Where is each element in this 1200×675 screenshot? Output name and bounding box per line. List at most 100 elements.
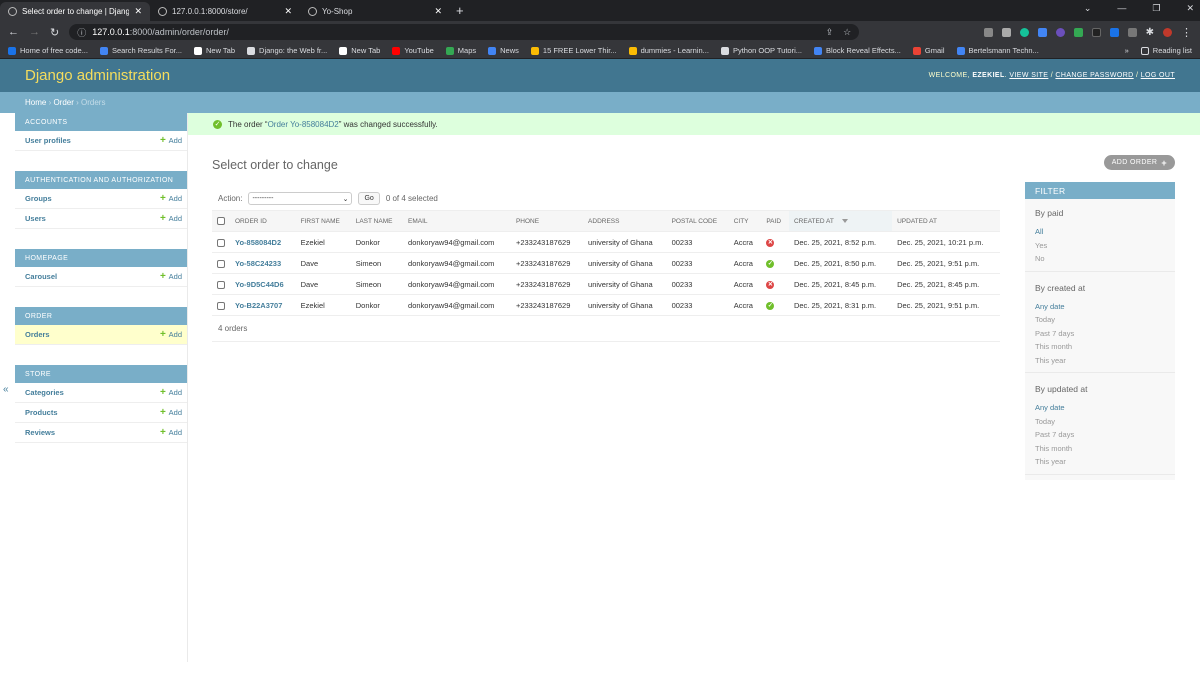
column-header[interactable]: Created at [788,210,893,232]
column-header[interactable]: Phone [510,210,584,232]
bookmark-item[interactable]: Django: the Web fr... [247,46,327,55]
breadcrumb-home[interactable]: Home [25,98,46,107]
bookmark-item[interactable]: 15 FREE Lower Thir... [530,46,617,55]
menu-dots-icon[interactable]: ⋮ [1181,26,1192,39]
filter-option[interactable]: Past 7 days [1025,326,1175,340]
bookmark-item[interactable]: Block Reveal Effects... [814,46,901,55]
module-caption[interactable]: Authentication and Authorization [15,171,187,189]
site-brand[interactable]: Django administration [25,67,170,84]
sort-descending-icon[interactable] [841,218,848,223]
message-order-link[interactable]: Order Yo-858084D2 [268,120,339,129]
translate-icon[interactable] [1037,27,1047,37]
column-header[interactable]: Email [403,210,511,232]
shield-icon[interactable] [1073,27,1083,37]
column-header[interactable]: City [728,210,762,232]
order-id-link[interactable]: Yo-58C24233 [230,252,296,274]
sidebar-model-link[interactable]: Users [25,214,46,223]
filter-option[interactable]: Any date [1025,400,1175,414]
profile-avatar-icon[interactable] [1163,27,1172,37]
sidebar-add-link[interactable]: + Add [160,427,182,438]
filter-option[interactable]: Today [1025,312,1175,326]
column-header[interactable]: Updated at [892,210,1000,232]
column-header[interactable]: Paid [761,210,789,232]
filter-option[interactable]: Past 7 days [1025,427,1175,441]
camera-icon[interactable] [1127,27,1137,37]
log-out-link[interactable]: Log out [1141,72,1175,79]
bookmark-item[interactable]: New Tab [339,46,380,55]
minimize-icon[interactable]: — [1117,3,1126,14]
filter-option[interactable]: This month [1025,441,1175,455]
tab-search-icon[interactable]: ⌄ [1084,3,1092,14]
sidebar-add-link[interactable]: + Add [160,193,182,204]
filter-option[interactable]: This year [1025,353,1175,367]
view-site-link[interactable]: View site [1009,72,1048,79]
module-caption[interactable]: Homepage [15,249,187,267]
more-bookmarks-icon[interactable]: » [1125,46,1129,55]
column-header[interactable]: Postal code [666,210,729,232]
restore-icon[interactable]: ❐ [1152,3,1160,14]
change-password-link[interactable]: Change password [1055,72,1133,79]
extension-icon[interactable] [983,27,993,37]
filter-option[interactable]: Today [1025,414,1175,428]
bookmark-star-icon[interactable]: ☆ [843,27,851,38]
close-window-icon[interactable]: ✕ [1186,3,1194,14]
row-checkbox[interactable] [217,259,225,268]
share-icon[interactable]: ⇪ [826,27,834,38]
filter-option[interactable]: Any date [1025,299,1175,313]
address-bar[interactable]: ⓘ 127.0.0.1:8000/admin/order/order/ ⇪ ☆ [69,24,860,40]
grammarly-icon[interactable] [1019,27,1029,37]
forward-icon[interactable]: → [29,26,40,38]
sidebar-add-link[interactable]: + Add [160,329,182,340]
extension-icon[interactable] [1109,27,1119,37]
order-id-link[interactable]: Yo-858084D2 [230,231,296,253]
filter-option[interactable]: This year [1025,454,1175,468]
extension-icon[interactable] [1001,27,1011,37]
module-caption[interactable]: Order [15,307,187,325]
bookmark-item[interactable]: Search Results For... [99,46,182,55]
order-id-link[interactable]: Yo-B22A3707 [230,294,296,316]
bookmark-item[interactable]: Maps [445,46,476,55]
row-checkbox[interactable] [217,238,225,247]
order-id-link[interactable]: Yo-9D5C44D6 [230,273,296,295]
action-select[interactable]: --------- ⌄ [248,192,353,205]
bookmark-item[interactable]: YouTube [392,46,434,55]
bookmark-item[interactable]: Bertelsmann Techn... [956,46,1039,55]
module-caption[interactable]: Store [15,365,187,383]
bookmark-item[interactable]: News [488,46,519,55]
bookmark-item[interactable]: Python OOP Tutori... [720,46,802,55]
row-checkbox[interactable] [217,280,225,289]
go-button[interactable]: Go [358,192,380,205]
close-tab-icon[interactable]: ✕ [284,6,292,17]
sidebar-add-link[interactable]: + Add [160,387,182,398]
reading-list-button[interactable]: Reading list [1140,46,1192,55]
bookmark-item[interactable]: Gmail [912,46,945,55]
sidebar-add-link[interactable]: + Add [160,271,182,282]
browser-tab[interactable]: Select order to change | Django ✕ [0,2,150,21]
new-tab-button[interactable]: + [456,3,464,18]
puzzle-icon[interactable]: ✱ [1146,27,1154,38]
column-header[interactable]: Last name [350,210,404,232]
row-checkbox[interactable] [217,301,225,310]
bookmark-item[interactable]: New Tab [193,46,235,55]
sidebar-add-link[interactable]: + Add [160,135,182,146]
sidebar-model-link[interactable]: Reviews [25,428,55,437]
breadcrumb-app[interactable]: Order [53,98,73,107]
column-header[interactable]: First name [295,210,351,232]
column-header[interactable]: Address [583,210,667,232]
column-header[interactable]: Order ID [230,210,296,232]
select-all-checkbox[interactable] [217,217,225,225]
back-icon[interactable]: ← [8,26,19,38]
module-caption[interactable]: Accounts [15,113,187,131]
sidebar-add-link[interactable]: + Add [160,213,182,224]
filter-option[interactable]: Yes [1025,238,1175,252]
sidebar-model-link[interactable]: User profiles [25,136,71,145]
browser-tab[interactable]: Yo-Shop ✕ [300,2,450,21]
extension-icon[interactable] [1055,27,1065,37]
sidebar-model-link[interactable]: Carousel [25,272,57,281]
sidebar-add-link[interactable]: + Add [160,407,182,418]
sidebar-model-link[interactable]: Orders [25,330,50,339]
sidebar-model-link[interactable]: Groups [25,194,52,203]
filter-option[interactable]: No [1025,251,1175,265]
bookmark-item[interactable]: dummies - Learnin... [628,46,709,55]
sidebar-model-link[interactable]: Products [25,408,58,417]
